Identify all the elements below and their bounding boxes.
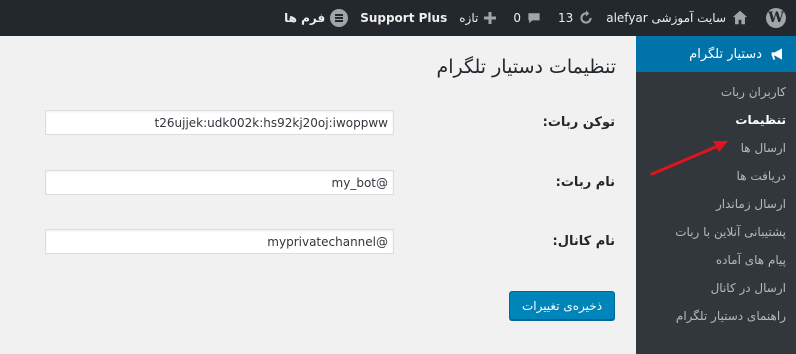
wordpress-logo-icon: W — [766, 8, 786, 28]
comments-count: 0 — [513, 11, 521, 25]
bot-token-input[interactable] — [45, 110, 394, 135]
updates-count: 13 — [557, 11, 574, 25]
support-plus-menu[interactable]: Support Plus — [354, 0, 453, 36]
menu-title: دستیار تلگرام — [689, 46, 762, 62]
home-icon — [731, 9, 749, 27]
updates-icon — [578, 10, 594, 26]
admin-bar: W سایت آموزشی alefyar 13 0 تازه Support … — [0, 0, 796, 36]
sidebar-item[interactable]: ارسال ها — [636, 134, 796, 162]
new-label: تازه — [459, 11, 479, 25]
sidebar-item[interactable]: راهنمای دستیار تلگرام — [636, 302, 796, 330]
sidebar-item[interactable]: پشتیبانی آنلاین با ربات — [636, 218, 796, 246]
plus-icon — [483, 11, 497, 25]
comments-icon — [526, 10, 542, 26]
submenu: کاربران ربات تنظیمات ارسال ها دریافت ها ارسا… — [636, 72, 796, 354]
forms-menu[interactable]: فرم ها — [278, 0, 354, 36]
admin-sidebar: دستیار تلگرام کاربران ربات تنظیمات ارسال ه… — [628, 36, 796, 354]
sidebar-item[interactable]: ارسال زماندار — [636, 190, 796, 218]
sidebar-item[interactable]: کاربران ربات — [636, 78, 796, 106]
bot-name-input[interactable] — [45, 170, 394, 195]
new-content-menu[interactable]: تازه — [453, 0, 503, 36]
forms-icon — [330, 9, 349, 27]
megaphone-icon — [770, 46, 786, 62]
page-title: تنظیمات دستیار تلگرام — [436, 56, 617, 78]
forms-label: فرم ها — [284, 11, 326, 25]
updates-menu[interactable]: 13 — [548, 0, 600, 36]
bot-token-label: توکن ربات: — [542, 115, 615, 130]
support-plus-label: Support Plus — [360, 11, 448, 25]
sidebar-item[interactable]: دریافت ها — [636, 162, 796, 190]
save-changes-button[interactable]: ذخیره‌ی تغییرات — [509, 291, 615, 320]
wp-logo-menu[interactable]: W — [755, 0, 792, 36]
site-name: سایت آموزشی alefyar — [606, 11, 726, 25]
channel-name-input[interactable] — [45, 229, 394, 254]
comments-menu[interactable]: 0 — [503, 0, 548, 36]
sidebar-item[interactable]: ارسال در کانال — [636, 274, 796, 302]
sidebar-item[interactable]: تنظیمات — [636, 106, 796, 134]
menu-telegram-assistant[interactable]: دستیار تلگرام — [628, 36, 796, 72]
site-name-menu[interactable]: سایت آموزشی alefyar — [600, 0, 755, 36]
channel-name-label: نام کانال: — [552, 234, 616, 249]
bot-name-label: نام ربات: — [555, 175, 615, 190]
main-content: تنظیمات دستیار تلگرام توکن ربات: نام ربا… — [0, 36, 636, 354]
sidebar-item[interactable]: پیام های آماده — [636, 246, 796, 274]
